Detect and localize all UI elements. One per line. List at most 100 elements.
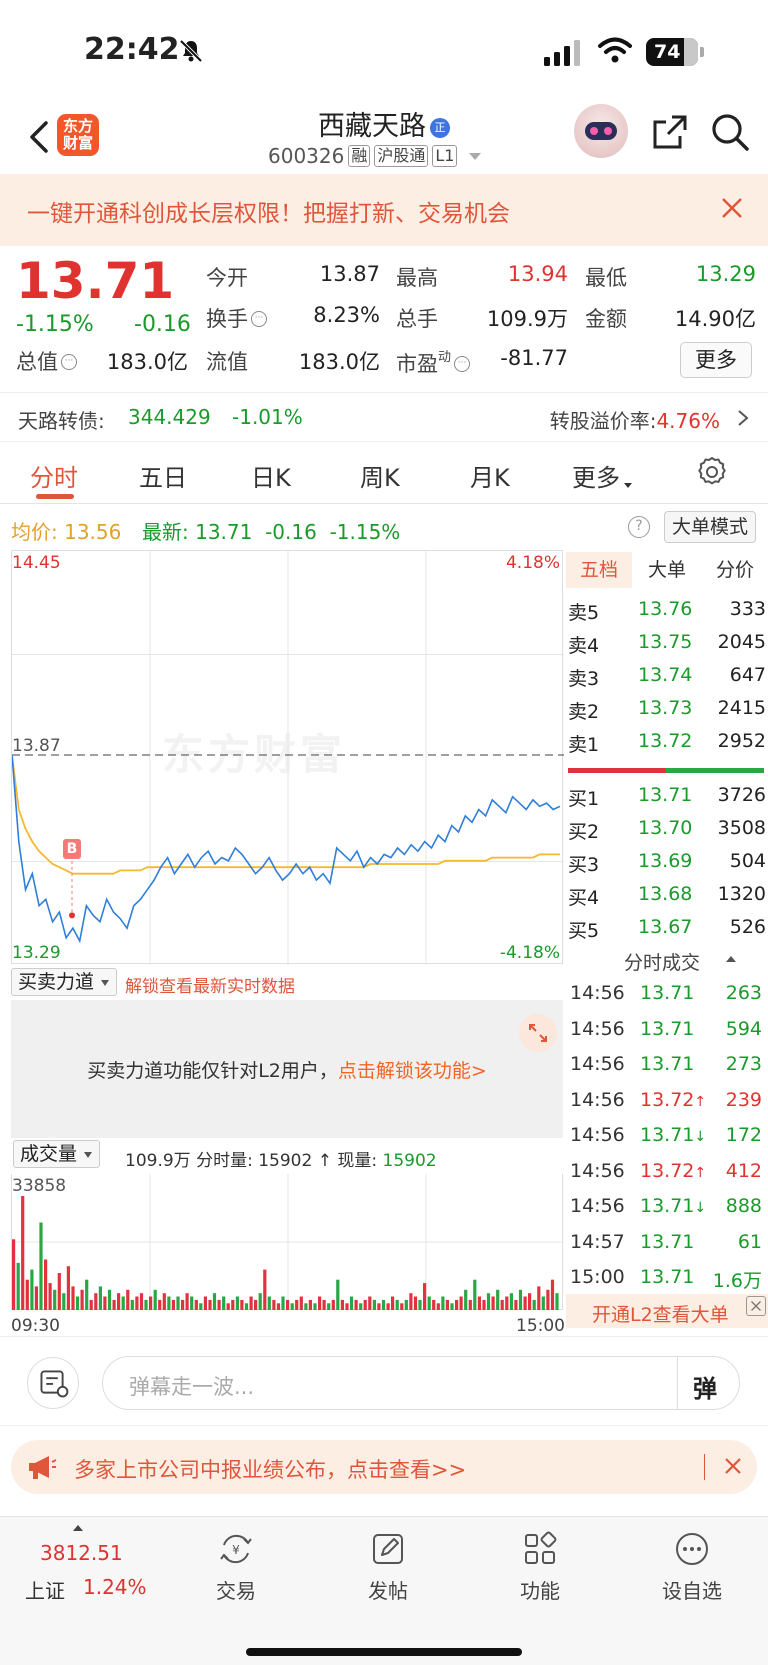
- volume-bar: [496, 1289, 500, 1310]
- volume-bar: [354, 1299, 358, 1310]
- stock-name[interactable]: 西藏天路: [318, 104, 426, 143]
- big-order-mode-button[interactable]: 大单模式: [664, 511, 756, 543]
- volume-bar: [167, 1296, 171, 1310]
- announcement-banner[interactable]: 多家上市公司中报业绩公布，点击查看>>: [11, 1440, 757, 1494]
- tab-more[interactable]: 更多: [572, 458, 632, 493]
- tick-time: 14:56: [570, 1053, 625, 1075]
- danmaku-settings-icon[interactable]: [27, 1357, 79, 1409]
- battery-indicator: 74: [646, 38, 698, 66]
- ask-row: 卖5 13.76 333: [568, 598, 766, 624]
- tick-volume: 888: [725, 1195, 762, 1217]
- tab-big-orders[interactable]: 大单: [634, 552, 700, 588]
- value-float-mv: 183.0亿: [298, 350, 380, 374]
- tick-time: 14:56: [570, 1088, 625, 1111]
- share-icon[interactable]: [650, 112, 690, 152]
- tag-level: L1: [432, 145, 458, 167]
- volume-bar: [372, 1299, 376, 1310]
- promo-banner[interactable]: 一键开通科创成长层权限！把握打新、交易机会: [0, 174, 768, 246]
- avg-price: 均价: 13.56: [11, 520, 122, 544]
- tab-5day[interactable]: 五日: [139, 458, 187, 493]
- search-icon[interactable]: [710, 112, 750, 152]
- info-icon[interactable]: ···: [251, 311, 267, 327]
- chevron-right-icon[interactable]: [736, 409, 750, 427]
- volume-bar: [62, 1293, 66, 1310]
- close-icon[interactable]: [720, 196, 744, 220]
- tick-time: 14:56: [570, 1124, 625, 1146]
- bid-row: 买4 13.68 1320: [568, 883, 766, 909]
- close-icon[interactable]: [746, 1296, 766, 1316]
- unlock-link[interactable]: 解锁查看最新实时数据: [125, 972, 295, 997]
- tick-time: 14:56: [570, 1017, 625, 1040]
- indicator-dropdown[interactable]: 买卖力道: [11, 968, 118, 996]
- volume-chart[interactable]: 33858: [11, 1174, 564, 1310]
- convertible-bond-bar[interactable]: 天路转债: 344.429 -1.01% 转股溢价率:4.76%: [0, 392, 768, 442]
- tab-five-levels[interactable]: 五档: [566, 552, 632, 588]
- tick-row: 14:56 13.71↓ 888: [566, 1189, 768, 1224]
- buy-marker[interactable]: B: [63, 839, 81, 859]
- tab-weekly-k[interactable]: 周K: [360, 458, 400, 493]
- volume-bar: [290, 1303, 294, 1310]
- nav-trade[interactable]: ¥ 交易: [186, 1531, 286, 1604]
- expand-icon[interactable]: [519, 1014, 557, 1052]
- tick-row: 14:56 13.72↑ 239: [566, 1083, 768, 1118]
- nav-post[interactable]: 发帖: [338, 1531, 438, 1604]
- gear-icon[interactable]: [696, 456, 728, 488]
- l2-upsell-banner[interactable]: 开通L2查看大单: [566, 1294, 768, 1328]
- volume-bar: [235, 1296, 239, 1310]
- volume-bar: [436, 1303, 440, 1310]
- verified-badge: 正: [430, 118, 450, 138]
- volume-bar: [171, 1299, 175, 1310]
- tab-monthly-k[interactable]: 月K: [470, 458, 510, 493]
- battery-level: 74: [654, 41, 681, 63]
- pct-max-label: 4.18%: [505, 553, 560, 573]
- volume-bar: [107, 1289, 112, 1310]
- svg-text:¥: ¥: [232, 1543, 240, 1557]
- volume-bar: [318, 1296, 322, 1310]
- volume-bar: [295, 1299, 299, 1310]
- tick-row: 15:00 13.71 1.6万: [566, 1260, 768, 1295]
- volume-bar: [391, 1296, 395, 1310]
- volume-bar: [112, 1299, 116, 1310]
- tick-volume: 61: [737, 1230, 762, 1253]
- danmaku-input[interactable]: 弹幕走一波... 弹: [102, 1356, 740, 1410]
- ai-assistant-avatar[interactable]: [574, 104, 628, 158]
- volume-dropdown[interactable]: 成交量: [13, 1140, 101, 1168]
- stock-header: 东方 财富 西藏天路正 600326 融 沪股通 L1: [0, 100, 768, 174]
- unlock-feature-link[interactable]: 点击解锁该功能>: [338, 1060, 487, 1082]
- more-button[interactable]: 更多: [680, 342, 752, 378]
- volume-bar: [286, 1299, 290, 1310]
- volume-bar: [244, 1303, 249, 1310]
- volume-bar: [89, 1299, 93, 1310]
- close-icon[interactable]: [723, 1456, 743, 1476]
- volume-bar: [231, 1299, 235, 1310]
- volume-chart-svg: [12, 1174, 564, 1310]
- info-icon[interactable]: ···: [61, 354, 77, 370]
- volume-bar: [528, 1293, 532, 1310]
- volume-bar: [482, 1299, 486, 1310]
- nav-functions[interactable]: 功能: [490, 1531, 590, 1604]
- promo-text[interactable]: 一键开通科创成长层权限！把握打新、交易机会: [27, 194, 510, 228]
- stock-code-line[interactable]: 600326 融 沪股通 L1: [268, 144, 482, 168]
- volume-bar: [94, 1293, 98, 1310]
- volume-bar: [400, 1303, 404, 1310]
- volume-bar: [249, 1296, 253, 1310]
- nav-add-watchlist[interactable]: 设自选: [642, 1531, 742, 1604]
- price-line: [12, 754, 561, 944]
- l2-upsell-text[interactable]: 开通L2查看大单: [592, 1300, 729, 1327]
- tab-intraday[interactable]: 分时: [30, 458, 78, 493]
- help-icon[interactable]: ?: [628, 516, 650, 538]
- volume-bar: [331, 1299, 335, 1310]
- tab-price-dist[interactable]: 分价: [702, 552, 768, 588]
- announcement-text[interactable]: 多家上市公司中报业绩公布，点击查看>>: [74, 1454, 466, 1484]
- volume-bar: [34, 1286, 38, 1310]
- signal-icon: [544, 40, 580, 66]
- change-percent: -1.15%: [16, 312, 94, 337]
- tab-daily-k[interactable]: 日K: [251, 458, 291, 493]
- danmaku-send-button[interactable]: 弹: [693, 1369, 717, 1404]
- bid-row: 买5 13.67 526: [568, 916, 766, 942]
- tick-price: 13.71↓: [640, 1195, 707, 1217]
- volume-bar: [464, 1289, 468, 1310]
- volume-bar: [176, 1296, 180, 1310]
- ticks-header[interactable]: 分时成交: [566, 944, 768, 976]
- intraday-chart[interactable]: 东方财富 14.45 4.18% 13.87 13.29 -4.18% B: [11, 550, 564, 965]
